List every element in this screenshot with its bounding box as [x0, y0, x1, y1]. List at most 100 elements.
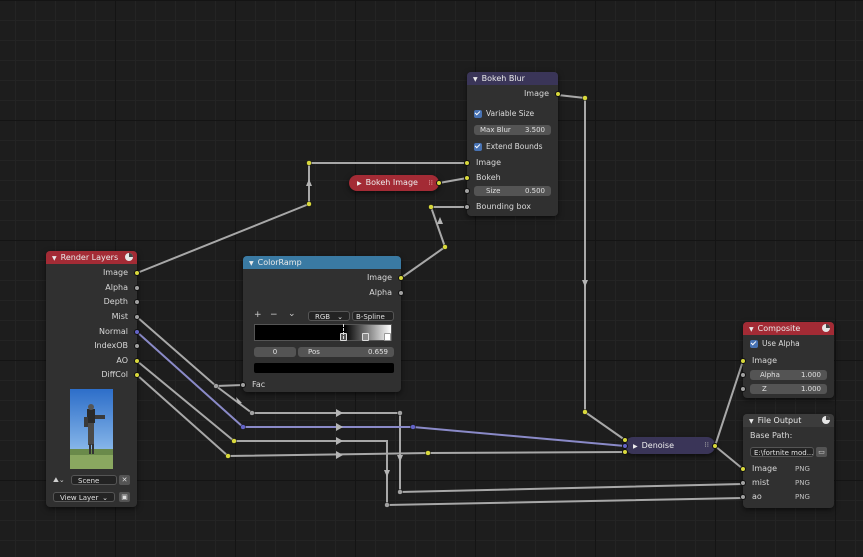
add-stop-button[interactable]: + — [254, 310, 262, 320]
interpolation-select[interactable]: B-Spline ⌄ — [352, 311, 394, 331]
input-image-socket[interactable] — [464, 160, 470, 166]
output-image-socket[interactable] — [712, 443, 718, 449]
variable-size-label: Variable Size — [486, 109, 535, 118]
scene-icon[interactable]: ⛰⌄ — [53, 476, 65, 485]
render-preview-thumbnail — [70, 389, 113, 469]
output-image-socket[interactable] — [436, 180, 442, 186]
collapse-icon[interactable]: ▼ — [52, 252, 57, 265]
render-icon[interactable] — [822, 324, 830, 332]
color-ramp-node[interactable]: ▼ ColorRamp Image Alpha + − ⌄ RGB ⌄ B-Spl… — [240, 256, 404, 392]
input-mist-socket[interactable] — [740, 480, 746, 486]
remove-stop-button[interactable]: − — [270, 310, 278, 320]
output-alpha-label: Alpha — [369, 288, 392, 297]
node-title: Bokeh Blur — [481, 74, 525, 83]
output-image-socket[interactable] — [398, 275, 404, 281]
size-field[interactable]: Size 0.500 — [474, 186, 551, 196]
close-icon[interactable]: ✕ — [119, 475, 130, 485]
collapse-icon[interactable]: ▼ — [249, 257, 254, 270]
input-alpha-socket[interactable] — [740, 372, 746, 378]
input-image-socket[interactable] — [740, 466, 746, 472]
output-indexob-label: IndexOB — [94, 341, 128, 350]
output-depth-socket[interactable] — [134, 299, 140, 305]
expand-icon[interactable]: ▶ — [357, 176, 362, 192]
input-ao-label: ao — [752, 492, 762, 501]
node-title: Bokeh Image — [365, 178, 418, 187]
node-title: Composite — [757, 324, 801, 333]
input-fac-socket[interactable] — [240, 382, 246, 388]
bokeh-image-header[interactable]: ▶ Bokeh Image ⁞⁞ — [349, 175, 439, 191]
stop-color-swatch[interactable] — [254, 363, 394, 373]
extend-bounds-checkbox[interactable] — [474, 143, 482, 151]
ramp-menu-button[interactable]: ⌄ — [288, 309, 296, 319]
collapse-icon[interactable]: ▼ — [749, 415, 754, 428]
node-editor-canvas[interactable]: ▼ Bokeh Blur Image Variable Size Max Blur… — [0, 0, 863, 557]
denoise-header[interactable]: ▶ Denoise ⁞⁞ — [625, 437, 715, 454]
base-path-input[interactable]: E:\fortnite mod... — [750, 447, 814, 457]
alpha-field[interactable]: Alpha 1.000 — [750, 370, 827, 380]
variable-size-checkbox[interactable] — [474, 110, 482, 118]
output-alpha-socket[interactable] — [398, 290, 404, 296]
output-diffcol-socket[interactable] — [134, 372, 140, 378]
pos-value: 0.659 — [367, 348, 388, 356]
input-fac-label: Fac — [252, 380, 266, 389]
view-layer-selector[interactable]: View Layer ⌄ — [53, 492, 115, 502]
node-title: File Output — [757, 416, 802, 425]
max-blur-field[interactable]: Max Blur 3.500 — [474, 125, 551, 135]
output-image-socket[interactable] — [134, 270, 140, 276]
output-normal-socket[interactable] — [134, 329, 140, 335]
color-ramp-header[interactable]: ▼ ColorRamp — [243, 256, 401, 269]
expand-icon[interactable]: ▶ — [633, 438, 638, 455]
denoise-node[interactable]: ▶ Denoise ⁞⁞ — [622, 437, 718, 455]
input-image-format: PNG — [795, 465, 810, 473]
color-mode-select[interactable]: RGB ⌄ — [308, 311, 350, 321]
bokeh-blur-node[interactable]: ▼ Bokeh Blur Image Variable Size Max Blur… — [464, 72, 561, 216]
output-image-socket[interactable] — [555, 91, 561, 97]
size-label: Size — [486, 187, 501, 195]
socket-toggle-icon[interactable]: ⁞⁞ — [429, 175, 433, 191]
ramp-stop-white[interactable] — [384, 333, 391, 341]
file-output-node[interactable]: ▼ File Output Base Path: E:\fortnite mod.… — [740, 414, 834, 508]
ramp-stop-mid[interactable] — [362, 333, 369, 341]
output-alpha-socket[interactable] — [134, 285, 140, 291]
input-bounding-box-socket[interactable] — [464, 204, 470, 210]
z-field[interactable]: Z 1.000 — [750, 384, 827, 394]
color-ramp-gradient[interactable] — [254, 324, 392, 341]
render-layers-node[interactable]: ▼ Render Layers Image Alpha Depth Mist No… — [46, 251, 140, 507]
stop-position-field[interactable]: Pos 0.659 — [298, 347, 394, 357]
preview-image — [70, 389, 113, 469]
chevron-down-icon: ⌄ — [102, 494, 108, 502]
pos-label: Pos — [308, 348, 320, 356]
bokeh-blur-header[interactable]: ▼ Bokeh Blur — [467, 72, 558, 85]
max-blur-value: 3.500 — [524, 126, 545, 134]
collapse-icon[interactable]: ▼ — [749, 323, 754, 336]
alpha-value: 1.000 — [800, 371, 821, 379]
file-output-header[interactable]: ▼ File Output — [743, 414, 834, 427]
render-icon[interactable] — [125, 253, 133, 261]
use-alpha-checkbox[interactable] — [750, 340, 758, 348]
bokeh-image-node[interactable]: ▶ Bokeh Image ⁞⁞ — [349, 175, 442, 191]
input-z-socket[interactable] — [740, 386, 746, 392]
socket-toggle-icon[interactable]: ⁞⁞ — [705, 437, 709, 454]
folder-icon[interactable]: ▭ — [816, 447, 827, 457]
composite-header[interactable]: ▼ Composite — [743, 322, 834, 335]
output-image-label: Image — [523, 89, 549, 98]
input-bokeh-socket[interactable] — [464, 175, 470, 181]
active-stop-index[interactable]: 0 — [254, 347, 296, 357]
collapse-icon[interactable]: ▼ — [473, 73, 478, 86]
render-layer-icon[interactable]: ▣ — [119, 492, 130, 502]
render-layers-header[interactable]: ▼ Render Layers — [46, 251, 137, 264]
output-ao-socket[interactable] — [134, 358, 140, 364]
node-title: ColorRamp — [257, 258, 302, 267]
output-depth-label: Depth — [103, 297, 128, 306]
z-value: 1.000 — [800, 385, 821, 393]
input-ao-socket[interactable] — [740, 494, 746, 500]
render-icon[interactable] — [822, 416, 830, 424]
composite-node[interactable]: ▼ Composite Use Alpha Image Alpha 1.000 Z… — [740, 322, 834, 398]
scene-selector[interactable]: Scene — [71, 475, 117, 485]
input-image-label: Image — [476, 158, 502, 167]
input-albedo-socket[interactable] — [622, 449, 628, 455]
input-image-socket[interactable] — [740, 358, 746, 364]
output-indexob-socket[interactable] — [134, 343, 140, 349]
input-size-socket[interactable] — [464, 188, 470, 194]
output-mist-socket[interactable] — [134, 314, 140, 320]
